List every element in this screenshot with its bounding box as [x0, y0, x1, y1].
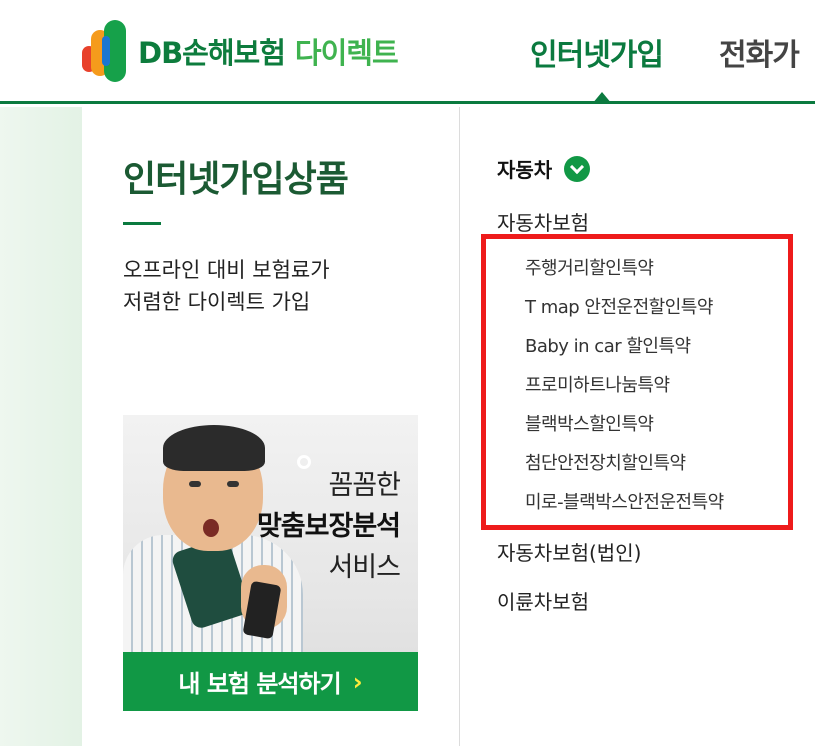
- banner-line-1: 꼼꼼한: [328, 470, 401, 501]
- logo-subtext: 다이렉트: [294, 36, 399, 70]
- page-background: [0, 107, 82, 746]
- panel-description: 오프라인 대비 보험료가 저렴한 다이렉트 가입: [123, 254, 330, 318]
- highlight-box: [481, 234, 793, 530]
- menu-item-motorcycle-insurance[interactable]: 이륜차보험: [497, 586, 589, 615]
- db-logo-icon: [82, 20, 132, 82]
- db-logo[interactable]: DB손해보험 다이렉트: [82, 20, 399, 82]
- category-car[interactable]: 자동차: [497, 154, 591, 183]
- banner-headline: 꼼꼼한 맞춤보장분석 서비스: [256, 463, 401, 584]
- analyze-button-label: 내 보험 분석하기: [178, 670, 341, 698]
- desc-line-2: 저렴한 다이렉트 가입: [123, 290, 311, 314]
- nav-item-phone-signup[interactable]: 전화가: [719, 30, 800, 74]
- panel-divider: [459, 107, 460, 746]
- title-underline: [123, 222, 161, 225]
- check-circle-icon: [564, 155, 591, 182]
- banner-line-2: 맞춤보장분석: [256, 511, 401, 542]
- analysis-banner[interactable]: 꼼꼼한 맞춤보장분석 서비스 내 보험 분석하기 ›: [123, 415, 418, 711]
- analyze-insurance-button[interactable]: 내 보험 분석하기 ›: [123, 652, 418, 711]
- banner-line-3: 서비스: [328, 552, 401, 583]
- menu-item-car-insurance[interactable]: 자동차보험: [497, 207, 589, 236]
- main-nav: 인터넷가입 전화가: [530, 30, 800, 74]
- category-label: 자동차: [497, 158, 553, 182]
- chevron-right-icon: ›: [352, 667, 363, 696]
- panel-title: 인터넷가입상품: [123, 159, 349, 200]
- desc-line-1: 오프라인 대비 보험료가: [123, 258, 330, 282]
- menu-item-car-insurance-corporate[interactable]: 자동차보험(법인): [497, 537, 641, 566]
- site-header: DB손해보험 다이렉트 인터넷가입 전화가: [0, 0, 815, 104]
- nav-active-caret-icon: [592, 92, 612, 104]
- logo-text: DB손해보험: [138, 36, 286, 70]
- nav-item-internet-signup[interactable]: 인터넷가입: [530, 30, 664, 74]
